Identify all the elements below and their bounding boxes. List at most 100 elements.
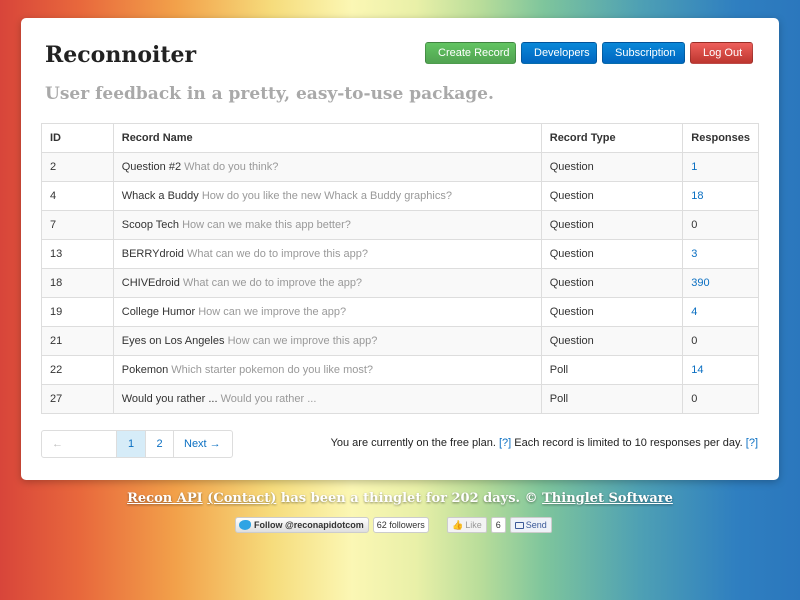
record-name[interactable]: CHIVEdroid: [122, 277, 180, 289]
responses-link[interactable]: 18: [691, 190, 703, 202]
record-name[interactable]: Eyes on Los Angeles: [122, 335, 225, 347]
record-id: 19: [41, 297, 114, 327]
table-row[interactable]: 13 BERRYdroid What can we do to improve t…: [41, 239, 759, 269]
responses-link[interactable]: 1: [691, 161, 697, 173]
responses-cell: 0: [682, 326, 759, 356]
plan-help-link[interactable]: [?]: [499, 437, 511, 449]
table-body: 2 Question #2 What do you think? Question 1…: [41, 152, 759, 414]
records-table: ID Record Name Record Type Responses 2 Qu…: [41, 123, 759, 414]
responses-count: 0: [691, 335, 698, 347]
like-label: Like: [465, 520, 482, 530]
responses-cell: 18: [682, 181, 759, 211]
record-name[interactable]: Scoop Tech: [122, 219, 179, 231]
column-header-record-type: Record Type: [540, 123, 683, 153]
responses-cell: 4: [682, 297, 759, 327]
record-type: Poll: [540, 355, 683, 385]
record-id: 22: [41, 355, 114, 385]
record-id: 27: [41, 384, 114, 414]
responses-cell: 0: [682, 384, 759, 414]
responses-link[interactable]: 4: [691, 306, 697, 318]
record-id: 7: [41, 210, 114, 240]
record-name[interactable]: Question #2: [122, 161, 181, 173]
record-type: Question: [540, 152, 683, 182]
developers-button[interactable]: Developers: [521, 42, 597, 64]
log-out-button[interactable]: Log Out: [690, 42, 753, 64]
record-name-cell: Eyes on Los Angeles How can we improve t…: [112, 326, 542, 356]
tagline: User feedback in a pretty, easy-to-use p…: [45, 84, 494, 104]
table-row[interactable]: 27 Would you rather ... Would you rather …: [41, 384, 759, 414]
record-name[interactable]: Would you rather ...: [122, 393, 218, 405]
record-type: Poll: [540, 384, 683, 414]
recon-api-link[interactable]: Recon API: [127, 491, 203, 506]
main-card: Reconnoiter Create Record Developers Sub…: [21, 18, 779, 480]
record-name[interactable]: Whack a Buddy: [122, 190, 199, 202]
send-icon: [514, 521, 524, 529]
record-question: Which starter pokemon do you like most?: [171, 364, 374, 376]
create-record-button[interactable]: Create Record: [425, 42, 516, 64]
plan-note: You are currently on the free plan. [?] …: [331, 437, 758, 449]
limit-note-text: Each record is limited to 10 responses p…: [514, 437, 743, 449]
twitter-followers-count: 62 followers: [372, 517, 429, 533]
page-1-button[interactable]: 1: [117, 431, 146, 457]
responses-cell: 3: [682, 239, 759, 269]
record-question: Would you rather ...: [220, 393, 317, 405]
twitter-follow-label: Follow @reconapidotcom: [254, 520, 364, 530]
responses-link[interactable]: 3: [691, 248, 697, 260]
record-type: Question: [540, 239, 683, 269]
previous-page-button[interactable]: ← Previous: [42, 431, 117, 457]
table-row[interactable]: 7 Scoop Tech How can we make this app bet…: [41, 210, 759, 240]
facebook-like-button[interactable]: 👍 Like: [447, 517, 487, 533]
record-name[interactable]: Pokemon: [122, 364, 168, 376]
twitter-follow-button[interactable]: Follow @reconapidotcom: [235, 517, 369, 533]
record-type: Question: [540, 210, 683, 240]
record-name[interactable]: BERRYdroid: [122, 248, 184, 260]
table-row[interactable]: 18 CHIVEdroid What can we do to improve t…: [41, 268, 759, 298]
table-row[interactable]: 4 Whack a Buddy How do you like the new W…: [41, 181, 759, 211]
record-question: How can we improve this app?: [227, 335, 378, 347]
pagination: ← Previous 1 2 Next →: [41, 430, 233, 458]
record-id: 18: [41, 268, 114, 298]
facebook-send-button[interactable]: Send: [509, 517, 552, 533]
record-id: 4: [41, 181, 114, 211]
record-question: How can we make this app better?: [182, 219, 351, 231]
record-question: What do you think?: [184, 161, 279, 173]
record-name-cell: College Humor How can we improve the app…: [112, 297, 542, 327]
record-name-cell: Scoop Tech How can we make this app bett…: [112, 210, 542, 240]
record-name[interactable]: College Humor: [122, 306, 195, 318]
subscription-button[interactable]: Subscription: [602, 42, 685, 64]
record-question: What can we do to improve this app?: [186, 248, 368, 260]
thinglet-software-link[interactable]: Thinglet Software: [542, 491, 673, 506]
facebook-widget: 👍 Like 6 Send: [447, 516, 552, 534]
record-id: 21: [41, 326, 114, 356]
responses-cell: 390: [682, 268, 759, 298]
limit-help-link[interactable]: [?]: [746, 437, 758, 449]
record-type: Question: [540, 268, 683, 298]
twitter-widget: Follow @reconapidotcom 62 followers: [235, 516, 429, 534]
page-2-button[interactable]: 2: [146, 431, 174, 457]
responses-cell: 0: [682, 210, 759, 240]
record-question: What can we do to improve the app?: [182, 277, 363, 289]
record-name-cell: CHIVEdroid What can we do to improve the…: [112, 268, 542, 298]
column-header-record-name: Record Name: [112, 123, 542, 153]
responses-link[interactable]: 14: [691, 364, 703, 376]
responses-cell: 14: [682, 355, 759, 385]
next-page-button[interactable]: Next →: [174, 431, 232, 457]
plan-note-text: You are currently on the free plan.: [330, 437, 496, 449]
record-question: How can we improve the app?: [198, 306, 347, 318]
contact-link[interactable]: (Contact): [207, 491, 276, 506]
responses-count: 0: [691, 219, 698, 231]
record-type: Question: [540, 297, 683, 327]
responses-cell: 1: [682, 152, 759, 182]
column-header-id: ID: [41, 123, 114, 153]
table-row[interactable]: 22 Pokemon Which starter pokemon do you l…: [41, 355, 759, 385]
table-row[interactable]: 2 Question #2 What do you think? Question 1: [41, 152, 759, 182]
table-row[interactable]: 21 Eyes on Los Angeles How can we improve…: [41, 326, 759, 356]
responses-count: 0: [691, 393, 698, 405]
record-question: How do you like the new Whack a Buddy gr…: [201, 190, 452, 202]
responses-link[interactable]: 390: [691, 277, 709, 289]
record-type: Question: [540, 181, 683, 211]
record-type: Question: [540, 326, 683, 356]
table-header-row: ID Record Name Record Type Responses: [41, 123, 759, 153]
table-row[interactable]: 19 College Humor How can we improve the a…: [41, 297, 759, 327]
logo[interactable]: Reconnoiter: [45, 42, 196, 68]
